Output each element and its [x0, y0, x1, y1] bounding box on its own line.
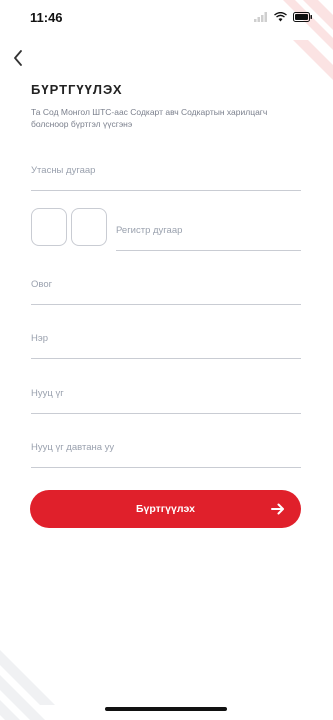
back-button[interactable]: [8, 48, 28, 68]
password-placeholder: Нууц үг: [31, 388, 64, 399]
wifi-icon: [274, 12, 287, 22]
register-placeholder: Регистр дугаар: [116, 225, 183, 236]
signal-icon: [254, 12, 267, 22]
password-repeat-placeholder: Нууц үг давтана уу: [31, 442, 115, 453]
register-letter-2-box[interactable]: [71, 208, 107, 246]
firstname-field[interactable]: Нэр: [31, 328, 301, 359]
status-icons: [254, 12, 313, 22]
battery-icon: [293, 12, 312, 22]
status-bar: 11:46: [0, 0, 333, 36]
page-title: БҮРТГҮҮЛЭХ: [31, 82, 123, 97]
password-field[interactable]: Нууц үг: [31, 383, 301, 414]
decorative-pattern-bottom-left: [0, 650, 55, 720]
phone-field[interactable]: Утасны дугаар: [31, 160, 301, 191]
page-subtitle: Та Сод Монгол ШТС-аас Содкарт авч Содкар…: [31, 107, 268, 129]
home-indicator: [105, 707, 227, 711]
lastname-placeholder: Овог: [31, 279, 53, 290]
status-time: 11:46: [30, 10, 63, 25]
register-letter-1-box[interactable]: [31, 208, 67, 246]
phone-placeholder: Утасны дугаар: [31, 165, 96, 176]
password-repeat-field[interactable]: Нууц үг давтана уу: [31, 437, 301, 468]
register-number-field[interactable]: Регистр дугаар: [116, 220, 301, 251]
lastname-field[interactable]: Овог: [31, 274, 301, 305]
register-button[interactable]: Бүртгүүлэх: [30, 490, 301, 528]
register-button-label: Бүртгүүлэх: [135, 503, 196, 515]
chevron-left-icon: [14, 50, 22, 66]
firstname-placeholder: Нэр: [31, 333, 48, 344]
arrow-right-icon: [271, 503, 284, 515]
